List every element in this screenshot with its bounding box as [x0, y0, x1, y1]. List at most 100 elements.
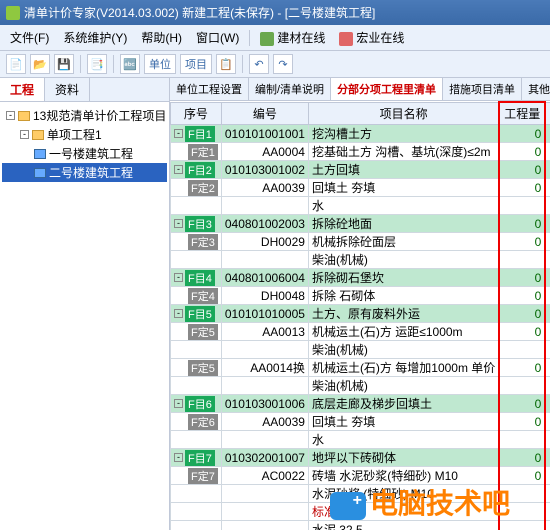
- side-tabs: 工程 资料: [0, 78, 169, 102]
- table-row[interactable]: F定2AA0039回填土 夯填010m3: [171, 179, 550, 197]
- expand-icon[interactable]: -: [174, 453, 183, 462]
- row-tag: F定5: [188, 360, 218, 376]
- menu-bar: 文件(F) 系统维护(Y) 帮助(H) 窗口(W) 建材在线 宏业在线: [0, 25, 550, 51]
- tb-doc[interactable]: 📑: [87, 54, 107, 74]
- collapse-icon[interactable]: -: [20, 130, 29, 139]
- menu-link2[interactable]: 宏业在线: [333, 27, 410, 48]
- tb-sep: [113, 55, 114, 73]
- main-tab[interactable]: 编制/清单说明: [249, 78, 331, 100]
- col-code[interactable]: 编号: [221, 102, 308, 125]
- table-row[interactable]: 水泥砂浆 (特细砂) M10: [171, 485, 550, 503]
- data-grid[interactable]: 序号 编号 项目名称 工程量 单位 -F目1010101001001挖沟槽土方0…: [170, 101, 550, 530]
- tree-child1[interactable]: 一号楼建筑工程: [2, 144, 167, 163]
- table-row[interactable]: 水m3: [171, 431, 550, 449]
- expand-icon[interactable]: -: [174, 273, 183, 282]
- table-row[interactable]: F定1AA0004挖基础土方 沟槽、基坑(深度)≤2m0m3: [171, 143, 550, 161]
- table-row[interactable]: -F目2010103001002土方回填0m3: [171, 161, 550, 179]
- folder-icon: [18, 111, 30, 121]
- tb-sep: [242, 55, 243, 73]
- table-row[interactable]: -F目7010302001007地坪以下砖砌体0m3: [171, 449, 550, 467]
- table-row[interactable]: F定6AA0039回填土 夯填010m3: [171, 413, 550, 431]
- row-tag: F目3: [185, 216, 215, 232]
- tb-proj[interactable]: 项目: [180, 54, 212, 74]
- menu-link1[interactable]: 建材在线: [254, 27, 331, 48]
- expand-icon[interactable]: -: [174, 129, 183, 138]
- folder-icon: [32, 130, 44, 140]
- table-row[interactable]: F定3DH0029机械拆除砼面层0100m3: [171, 233, 550, 251]
- main-tab[interactable]: 分部分项工程里清单: [331, 78, 443, 100]
- collapse-icon[interactable]: -: [6, 111, 15, 120]
- tb-redo[interactable]: ↷: [273, 54, 293, 74]
- table-row[interactable]: 柴油(机械)kg: [171, 251, 550, 269]
- tree-child2[interactable]: 二号楼建筑工程: [2, 163, 167, 182]
- row-tag: F定2: [188, 180, 218, 196]
- table-row[interactable]: F定4DH0048拆除 石砌体010m3: [171, 287, 550, 305]
- table-row[interactable]: F定7AC0022砖墙 水泥砂浆(特细砂) M10010m3: [171, 467, 550, 485]
- window-titlebar: 清单计价专家(V2014.03.002) 新建工程(未保存) - [二号楼建筑工…: [0, 0, 550, 25]
- menu-sys[interactable]: 系统维护(Y): [57, 27, 133, 48]
- table-row[interactable]: -F目1010101001001挖沟槽土方0m3: [171, 125, 550, 143]
- col-seq[interactable]: 序号: [171, 102, 222, 125]
- menu-file[interactable]: 文件(F): [4, 27, 55, 48]
- window-title: 清单计价专家(V2014.03.002) 新建工程(未保存) - [二号楼建筑工…: [24, 4, 375, 21]
- doc-icon: [34, 149, 46, 159]
- table-row[interactable]: F定5AA0013机械运土(石)方 运距≤1000m010m3: [171, 323, 550, 341]
- col-unit[interactable]: 单位: [545, 102, 550, 125]
- row-tag: F定5: [188, 324, 218, 340]
- table-row[interactable]: 柴油(机械)kg: [171, 341, 550, 359]
- main-tab[interactable]: 单位工程设置: [170, 78, 249, 100]
- expand-icon[interactable]: -: [174, 309, 183, 318]
- tab-project[interactable]: 工程: [0, 78, 45, 101]
- doc-icon: [34, 168, 46, 178]
- main-tabs: 单位工程设置编制/清单说明分部分项工程里清单措施项目清单其他项目清: [170, 78, 550, 101]
- menu-win[interactable]: 窗口(W): [190, 27, 245, 48]
- main-tab[interactable]: 措施项目清单: [443, 78, 522, 100]
- tb-unit[interactable]: 单位: [144, 54, 176, 74]
- main-area: 单位工程设置编制/清单说明分部分项工程里清单措施项目清单其他项目清 序号 编号 …: [170, 78, 550, 530]
- tb-font[interactable]: 🔤: [120, 54, 140, 74]
- tb-new[interactable]: 📄: [6, 54, 26, 74]
- tb-list[interactable]: 📋: [216, 54, 236, 74]
- tb-save[interactable]: 💾: [54, 54, 74, 74]
- row-tag: F定4: [188, 288, 218, 304]
- col-qty[interactable]: 工程量: [499, 102, 545, 125]
- table-row[interactable]: -F目4040801006004拆除砌石堡坎0m3: [171, 269, 550, 287]
- sidebar: 工程 资料 -13规范清单计价工程项目 -单项工程1 一号楼建筑工程 二号楼建筑…: [0, 78, 170, 530]
- menu-sep: [249, 30, 250, 46]
- table-row[interactable]: 标准砖千匹: [171, 503, 550, 521]
- row-tag: F目7: [185, 450, 215, 466]
- row-tag: F目5: [185, 306, 215, 322]
- row-tag: F目2: [185, 162, 215, 178]
- main-tab[interactable]: 其他项目清: [522, 78, 550, 100]
- table-row[interactable]: 水m3: [171, 197, 550, 215]
- globe-icon: [339, 32, 353, 46]
- tree-proj[interactable]: -单项工程1: [2, 125, 167, 144]
- row-tag: F目1: [185, 126, 215, 142]
- row-tag: F定1: [188, 144, 218, 160]
- table-row[interactable]: 柴油(机械)kg: [171, 377, 550, 395]
- row-tag: F目4: [185, 270, 215, 286]
- row-tag: F定6: [188, 414, 218, 430]
- tb-open[interactable]: 📂: [30, 54, 50, 74]
- table-row[interactable]: -F目6010103001006底层走廊及梯步回填土0m3: [171, 395, 550, 413]
- tab-material[interactable]: 资料: [45, 78, 90, 101]
- tb-sep: [80, 55, 81, 73]
- expand-icon[interactable]: -: [174, 399, 183, 408]
- globe-icon: [260, 32, 274, 46]
- toolbar: 📄 📂 💾 📑 🔤 单位 项目 📋 ↶ ↷: [0, 51, 550, 78]
- table-row[interactable]: -F目3040801002003拆除砼地面0m2: [171, 215, 550, 233]
- tb-undo[interactable]: ↶: [249, 54, 269, 74]
- expand-icon[interactable]: -: [174, 165, 183, 174]
- table-row[interactable]: 水泥 32.5: [171, 521, 550, 530]
- row-tag: F定7: [188, 468, 218, 484]
- table-row[interactable]: F定5AA0014换机械运土(石)方 每增加1000m 单价010m3: [171, 359, 550, 377]
- menu-help[interactable]: 帮助(H): [135, 27, 188, 48]
- tree-root[interactable]: -13规范清单计价工程项目: [2, 106, 167, 125]
- row-tag: F目6: [185, 396, 215, 412]
- app-icon: [6, 6, 20, 20]
- project-tree: -13规范清单计价工程项目 -单项工程1 一号楼建筑工程 二号楼建筑工程: [0, 102, 169, 530]
- col-name[interactable]: 项目名称: [308, 102, 499, 125]
- table-row[interactable]: -F目5010101010005土方、原有废料外运0m3: [171, 305, 550, 323]
- row-tag: F定3: [188, 234, 218, 250]
- expand-icon[interactable]: -: [174, 219, 183, 228]
